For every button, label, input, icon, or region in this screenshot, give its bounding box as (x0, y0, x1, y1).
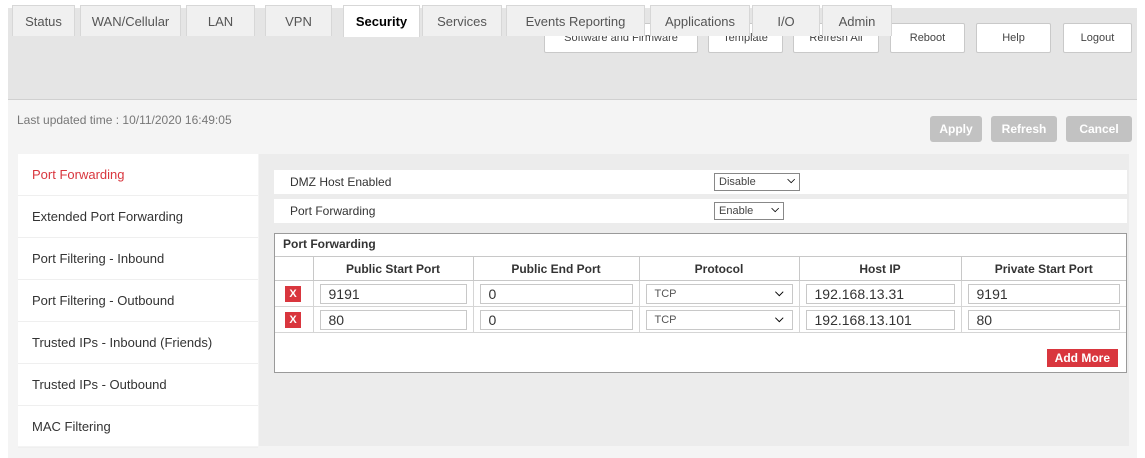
dmz-setting-row: DMZ Host Enabled Disable ⌵ (274, 170, 1127, 194)
port-forwarding-table-title: Port Forwarding (283, 237, 376, 251)
port-forwarding-table-box: Port Forwarding Public Start Port Public… (274, 233, 1127, 373)
public-start-port-input[interactable] (319, 283, 467, 304)
public-start-port-input[interactable] (319, 309, 467, 330)
sidebar-item-port-forwarding[interactable]: Port Forwarding (18, 154, 258, 196)
sidebar-item-extended-port-forwarding[interactable]: Extended Port Forwarding (18, 196, 258, 238)
tab-lan[interactable]: LAN (186, 5, 255, 36)
public-end-port-input[interactable] (479, 309, 633, 330)
column-header-protocol: Protocol (638, 256, 799, 281)
chevron-down-icon: ⌵ (787, 175, 795, 186)
chevron-down-icon: ⌵ (771, 204, 779, 215)
tab-wan-cellular[interactable]: WAN/Cellular (80, 5, 181, 36)
table-row: X TCP ⌵ (275, 306, 1126, 333)
sidebar-item-port-filtering-inbound[interactable]: Port Filtering - Inbound (18, 238, 258, 280)
host-ip-input[interactable] (805, 309, 955, 330)
logout-button[interactable]: Logout (1063, 23, 1132, 53)
dmz-select[interactable]: Disable ⌵ (714, 173, 800, 191)
protocol-select[interactable]: TCP ⌵ (645, 309, 793, 330)
add-more-button[interactable]: Add More (1046, 349, 1118, 367)
sidebar-item-mac-filtering[interactable]: MAC Filtering (18, 406, 258, 448)
reboot-button[interactable]: Reboot (890, 23, 965, 53)
tab-admin[interactable]: Admin (822, 5, 892, 36)
delete-icon[interactable]: X (285, 311, 301, 328)
tab-io[interactable]: I/O (752, 5, 820, 36)
tab-vpn[interactable]: VPN (265, 5, 332, 36)
delete-icon[interactable]: X (285, 285, 301, 302)
port-forwarding-select-value: Enable (719, 205, 754, 217)
table-row: X TCP ⌵ (275, 280, 1126, 307)
main-tab-bar (8, 64, 1137, 100)
public-end-port-input[interactable] (479, 283, 633, 304)
column-header-public-start-port: Public Start Port (312, 256, 473, 281)
chevron-down-icon: ⌵ (775, 312, 784, 325)
port-forwarding-select[interactable]: Enable ⌵ (714, 202, 784, 220)
port-forwarding-setting-row: Port Forwarding Enable ⌵ (274, 199, 1127, 223)
tab-status[interactable]: Status (12, 5, 75, 36)
sidebar-item-trusted-ips-outbound[interactable]: Trusted IPs - Outbound (18, 364, 258, 406)
dmz-select-value: Disable (719, 176, 756, 188)
security-sidebar: Port Forwarding Extended Port Forwarding… (18, 154, 258, 448)
tab-applications[interactable]: Applications (650, 5, 750, 36)
cancel-button[interactable]: Cancel (1066, 116, 1132, 142)
host-ip-input[interactable] (805, 283, 955, 304)
refresh-button[interactable]: Refresh (991, 116, 1057, 142)
private-start-port-input[interactable] (967, 283, 1120, 304)
sidebar-item-port-filtering-outbound[interactable]: Port Filtering - Outbound (18, 280, 258, 322)
apply-button[interactable]: Apply (930, 116, 982, 142)
column-header-private-start-port: Private Start Port (960, 256, 1126, 281)
tab-security[interactable]: Security (343, 5, 420, 37)
port-forwarding-label: Port Forwarding (290, 204, 376, 218)
dmz-label: DMZ Host Enabled (290, 175, 392, 189)
last-updated-time: Last updated time : 10/11/2020 16:49:05 (17, 113, 232, 127)
protocol-select[interactable]: TCP ⌵ (645, 283, 793, 304)
column-header-delete (275, 256, 313, 281)
protocol-select-value: TCP (654, 313, 677, 326)
column-header-host-ip: Host IP (798, 256, 961, 281)
table-header-row: Public Start Port Public End Port Protoc… (275, 256, 1126, 281)
column-header-public-end-port: Public End Port (472, 256, 639, 281)
port-forwarding-table: Public Start Port Public End Port Protoc… (275, 256, 1126, 333)
protocol-select-value: TCP (654, 287, 677, 300)
tab-services[interactable]: Services (422, 5, 502, 36)
private-start-port-input[interactable] (967, 309, 1120, 330)
chevron-down-icon: ⌵ (775, 286, 784, 299)
tab-events-reporting[interactable]: Events Reporting (506, 5, 645, 36)
sidebar-item-trusted-ips-inbound[interactable]: Trusted IPs - Inbound (Friends) (18, 322, 258, 364)
help-button[interactable]: Help (976, 23, 1051, 53)
